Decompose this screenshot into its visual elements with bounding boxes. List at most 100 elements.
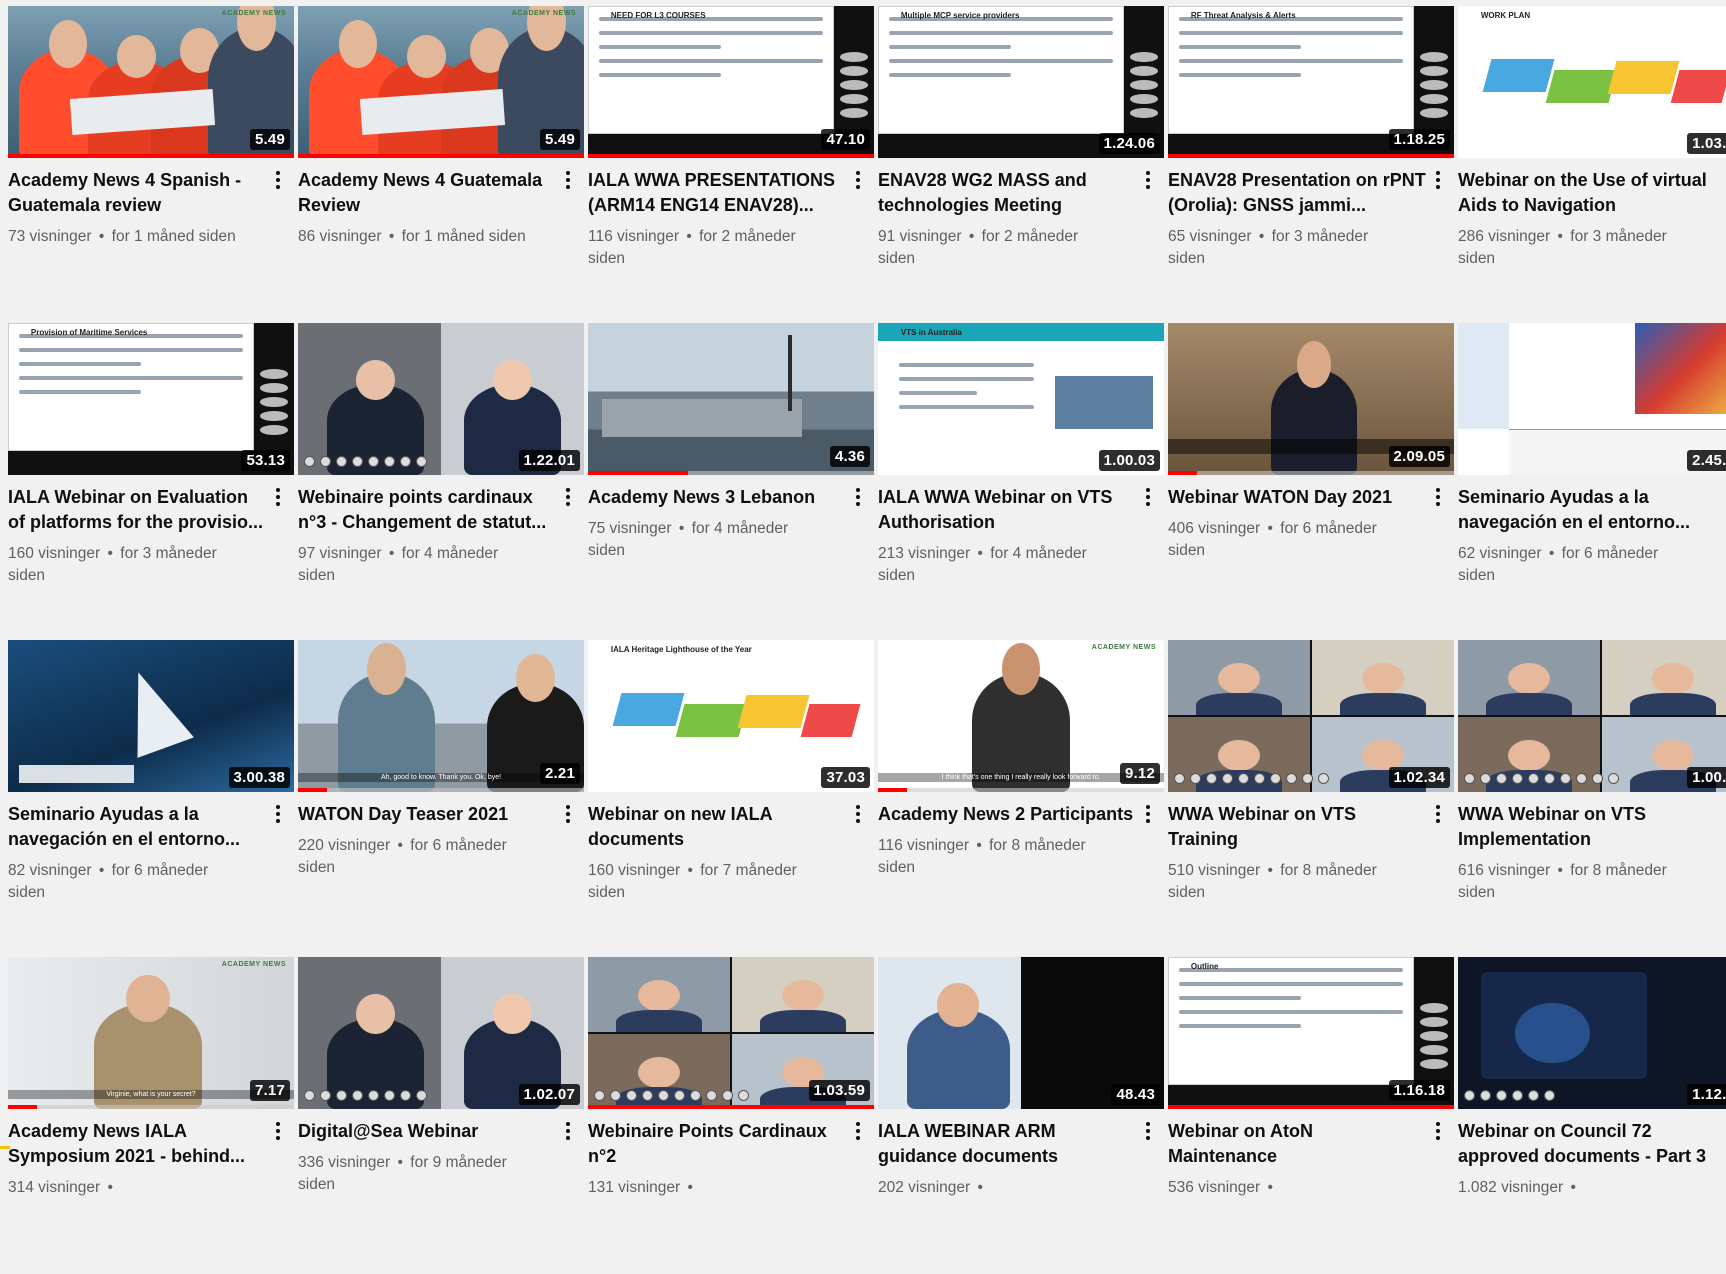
- video-thumbnail[interactable]: RF Threat Analysis & Alerts 1.18.25: [1168, 6, 1454, 158]
- more-options-icon[interactable]: [1140, 1119, 1156, 1143]
- video-stats: 336 visninger • for 9 måneder siden: [298, 1152, 538, 1196]
- video-title[interactable]: Webinar on AtoN Maintenance: [1168, 1119, 1426, 1169]
- video-title[interactable]: Webinaire points cardinaux n°3 - Changem…: [298, 485, 556, 535]
- video-card[interactable]: IALA Heritage Lighthouse of the Year 37.0…: [588, 640, 874, 957]
- video-thumbnail[interactable]: ACADEMY NEWS 5.49: [298, 6, 584, 158]
- more-options-icon[interactable]: [1140, 485, 1156, 509]
- video-thumbnail[interactable]: 1.02.34: [1168, 640, 1454, 792]
- more-options-icon[interactable]: [1720, 1119, 1726, 1143]
- more-options-icon[interactable]: [270, 168, 286, 192]
- video-thumbnail[interactable]: 1.00.3: [1458, 640, 1726, 792]
- video-title[interactable]: Webinaire Points Cardinaux n°2: [588, 1119, 846, 1169]
- video-thumbnail[interactable]: WORK PLAN 1.03.2: [1458, 6, 1726, 158]
- video-thumbnail[interactable]: ACADEMY NEWS 5.49: [8, 6, 294, 158]
- video-card[interactable]: Outline 1.16.18 Webinar on AtoN Maintenanc…: [1168, 957, 1454, 1274]
- video-title[interactable]: WWA Webinar on VTS Implementation: [1458, 802, 1716, 852]
- video-thumbnail[interactable]: 3.00.38: [8, 640, 294, 792]
- video-card[interactable]: 1.12.3 Webinar on Council 72 approved doc…: [1458, 957, 1726, 1274]
- more-options-icon[interactable]: [850, 802, 866, 826]
- video-thumbnail[interactable]: NEED FOR L3 COURSES 47.10: [588, 6, 874, 158]
- video-thumbnail[interactable]: Multiple MCP service providers 1.24.06: [878, 6, 1164, 158]
- more-options-icon[interactable]: [560, 485, 576, 509]
- video-card[interactable]: VTS in Australia 1.00.03 IALA WWA Webinar …: [878, 323, 1164, 640]
- video-thumbnail[interactable]: 1.02.07: [298, 957, 584, 1109]
- video-thumbnail[interactable]: IALA Heritage Lighthouse of the Year 37.0…: [588, 640, 874, 792]
- video-thumbnail[interactable]: ACADEMY NEWS Virginie, what is your secre…: [8, 957, 294, 1109]
- more-options-icon[interactable]: [1430, 168, 1446, 192]
- more-options-icon[interactable]: [1430, 1119, 1446, 1143]
- video-thumbnail[interactable]: 2.45.2: [1458, 323, 1726, 475]
- video-title[interactable]: IALA WEBINAR ARM guidance documents: [878, 1119, 1136, 1169]
- more-options-icon[interactable]: [850, 485, 866, 509]
- video-card[interactable]: RF Threat Analysis & Alerts 1.18.25 ENAV28…: [1168, 6, 1454, 323]
- video-card[interactable]: 4.36 Academy News 3 Lebanon 75 visninger •…: [588, 323, 874, 640]
- video-card[interactable]: 1.03.59 Webinaire Points Cardinaux n°2 131…: [588, 957, 874, 1274]
- video-thumbnail[interactable]: 1.12.3: [1458, 957, 1726, 1109]
- video-thumbnail[interactable]: 1.22.01: [298, 323, 584, 475]
- video-duration: 1.03.2: [1687, 133, 1726, 154]
- video-title[interactable]: WATON Day Teaser 2021: [298, 802, 556, 827]
- video-thumbnail[interactable]: Provision of Maritime Services 53.13: [8, 323, 294, 475]
- video-thumbnail[interactable]: 2.09.05: [1168, 323, 1454, 475]
- more-options-icon[interactable]: [560, 1119, 576, 1143]
- video-title[interactable]: IALA WWA Webinar on VTS Authorisation: [878, 485, 1136, 535]
- video-card[interactable]: ACADEMY NEWS 5.49 Academy News 4 Guatemala…: [298, 6, 584, 323]
- video-card[interactable]: ACADEMY NEWS 5.49 Academy News 4 Spanish -…: [8, 6, 294, 323]
- more-options-icon[interactable]: [560, 802, 576, 826]
- video-title[interactable]: ENAV28 WG2 MASS and technologies Meeting: [878, 168, 1136, 218]
- video-title[interactable]: Academy News IALA Symposium 2021 - behin…: [8, 1119, 266, 1169]
- video-card[interactable]: Multiple MCP service providers 1.24.06 ENA…: [878, 6, 1164, 323]
- more-options-icon[interactable]: [850, 168, 866, 192]
- video-title[interactable]: Webinar on the Use of virtual Aids to Na…: [1458, 168, 1716, 218]
- video-thumbnail[interactable]: Ah, good to know. Thank you. Ok, bye! 2.2…: [298, 640, 584, 792]
- video-title[interactable]: ENAV28 Presentation on rPNT (Orolia): GN…: [1168, 168, 1426, 218]
- video-card[interactable]: 1.22.01 Webinaire points cardinaux n°3 - …: [298, 323, 584, 640]
- more-options-icon[interactable]: [1140, 802, 1156, 826]
- video-card[interactable]: 1.00.3 WWA Webinar on VTS Implementation 6…: [1458, 640, 1726, 957]
- video-thumbnail[interactable]: Outline 1.16.18: [1168, 957, 1454, 1109]
- more-options-icon[interactable]: [560, 168, 576, 192]
- video-title[interactable]: Digital@Sea Webinar: [298, 1119, 556, 1144]
- video-card[interactable]: 48.43 IALA WEBINAR ARM guidance documents…: [878, 957, 1164, 1274]
- video-title[interactable]: IALA Webinar on Evaluation of platforms …: [8, 485, 266, 535]
- video-card[interactable]: 3.00.38 Seminario Ayudas a la navegación …: [8, 640, 294, 957]
- more-options-icon[interactable]: [270, 802, 286, 826]
- more-options-icon[interactable]: [1720, 802, 1726, 826]
- video-details: ENAV28 Presentation on rPNT (Orolia): GN…: [1168, 158, 1454, 270]
- video-thumbnail[interactable]: ACADEMY NEWS I think that's one thing I r…: [878, 640, 1164, 792]
- video-title[interactable]: Webinar on Council 72 approved documents…: [1458, 1119, 1716, 1169]
- video-thumbnail[interactable]: VTS in Australia 1.00.03: [878, 323, 1164, 475]
- video-title[interactable]: Academy News 3 Lebanon: [588, 485, 846, 510]
- video-card[interactable]: 2.09.05 Webinar WATON Day 2021 406 visning…: [1168, 323, 1454, 640]
- video-card[interactable]: 2.45.2 Seminario Ayudas a la navegación e…: [1458, 323, 1726, 640]
- video-title[interactable]: Seminario Ayudas a la navegación en el e…: [1458, 485, 1716, 535]
- video-card[interactable]: ACADEMY NEWS Virginie, what is your secre…: [8, 957, 294, 1274]
- video-card[interactable]: 1.02.07 Digital@Sea Webinar 336 visninger …: [298, 957, 584, 1274]
- video-title[interactable]: Academy News 4 Guatemala Review: [298, 168, 556, 218]
- video-card[interactable]: 1.02.34 WWA Webinar on VTS Training 510 vi…: [1168, 640, 1454, 957]
- video-card[interactable]: ACADEMY NEWS I think that's one thing I r…: [878, 640, 1164, 957]
- more-options-icon[interactable]: [1430, 485, 1446, 509]
- more-options-icon[interactable]: [270, 485, 286, 509]
- video-title[interactable]: Academy News 4 Spanish - Guatemala revie…: [8, 168, 266, 218]
- video-card[interactable]: Provision of Maritime Services 53.13 IALA …: [8, 323, 294, 640]
- more-options-icon[interactable]: [1430, 802, 1446, 826]
- video-title[interactable]: WWA Webinar on VTS Training: [1168, 802, 1426, 852]
- video-title[interactable]: Academy News 2 Participants: [878, 802, 1136, 827]
- video-title[interactable]: IALA WWA PRESENTATIONS (ARM14 ENG14 ENAV…: [588, 168, 846, 218]
- video-thumbnail[interactable]: 1.03.59: [588, 957, 874, 1109]
- video-thumbnail[interactable]: 48.43: [878, 957, 1164, 1109]
- more-options-icon[interactable]: [270, 1119, 286, 1143]
- more-options-icon[interactable]: [850, 1119, 866, 1143]
- video-title[interactable]: Seminario Ayudas a la navegación en el e…: [8, 802, 266, 852]
- video-title[interactable]: Webinar on new IALA documents: [588, 802, 846, 852]
- stats-separator: •: [977, 1179, 983, 1196]
- video-title[interactable]: Webinar WATON Day 2021: [1168, 485, 1426, 510]
- more-options-icon[interactable]: [1720, 485, 1726, 509]
- video-card[interactable]: Ah, good to know. Thank you. Ok, bye! 2.2…: [298, 640, 584, 957]
- video-card[interactable]: WORK PLAN 1.03.2 Webinar on the Use of vir…: [1458, 6, 1726, 323]
- video-thumbnail[interactable]: 4.36: [588, 323, 874, 475]
- more-options-icon[interactable]: [1140, 168, 1156, 192]
- video-card[interactable]: NEED FOR L3 COURSES 47.10 IALA WWA PRESENT…: [588, 6, 874, 323]
- more-options-icon[interactable]: [1720, 168, 1726, 192]
